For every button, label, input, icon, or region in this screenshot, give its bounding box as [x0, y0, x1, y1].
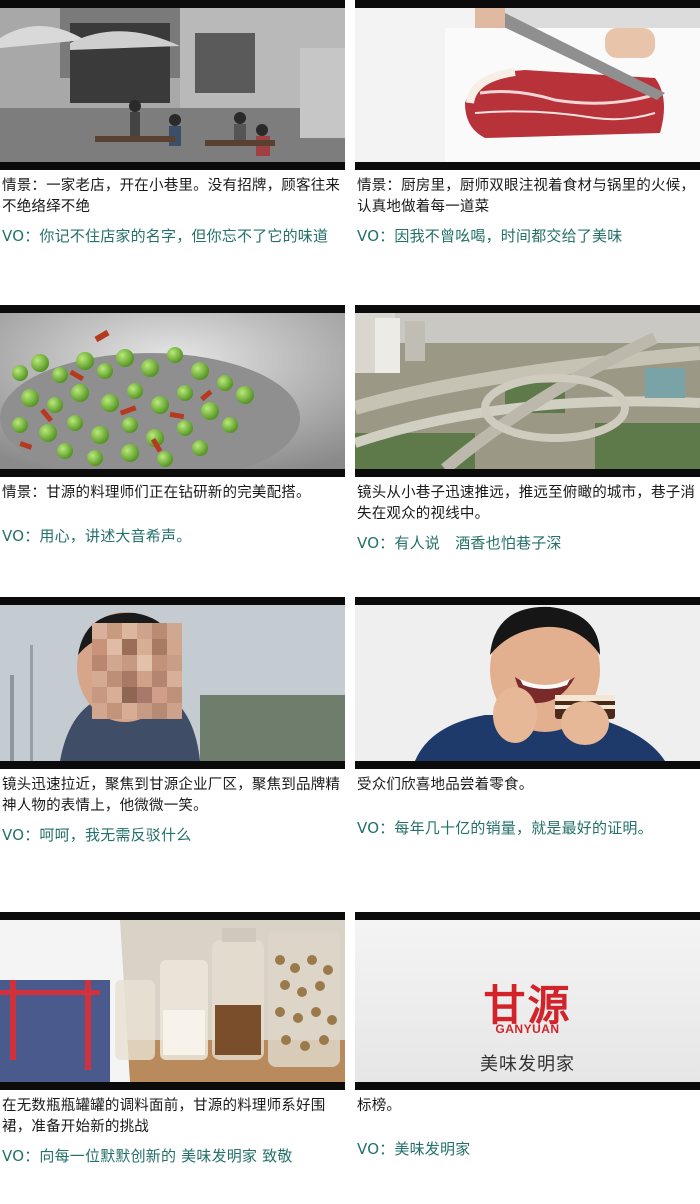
panel-2-image [355, 0, 700, 170]
storyboard-panel-2: 情景：厨房里，厨师双眼注视着食材与锅里的火候，认真地做着每一道菜 VO：因我不曾… [355, 0, 700, 247]
panel-8-description: 标榜。 [357, 1098, 402, 1114]
panel-7-image [0, 912, 345, 1090]
panel-4-image [355, 305, 700, 477]
panel-4-description: 镜头从小巷子迅速推远，推远至俯瞰的城市，巷子消失在观众的视线中。 [357, 485, 696, 522]
panel-5-voiceover: VO：呵呵，我无需反驳什么 [2, 826, 192, 844]
panel-4-voiceover: VO：有人说 酒香也怕巷子深 [357, 534, 562, 552]
panel-6-image [355, 597, 700, 769]
panel-2-description: 情景：厨房里，厨师双眼注视着食材与锅里的火候，认真地做着每一道菜 [357, 178, 696, 215]
old-street-shop-illustration [0, 8, 345, 162]
storyboard-panel-6: 受众们欣喜地品尝着零食。 VO：每年几十亿的销量，就是最好的证明。 [355, 597, 700, 839]
panel-3-image [0, 305, 345, 477]
city-aerial-illustration [355, 313, 700, 469]
chef-with-jars-illustration [0, 920, 345, 1082]
panel-3-description: 情景：甘源的料理师们正在钻研新的完美配搭。 [2, 485, 311, 501]
storyboard-panel-4: 镜头从小巷子迅速推远，推远至俯瞰的城市，巷子消失在观众的视线中。 VO：有人说 … [355, 305, 700, 554]
panel-5-image [0, 597, 345, 769]
panel-7-description: 在无数瓶瓶罐罐的调料面前，甘源的料理师系好围裙，准备开始新的挑战 [2, 1098, 326, 1135]
storyboard-panel-7: 在无数瓶瓶罐罐的调料面前，甘源的料理师系好围裙，准备开始新的挑战 VO：向每一位… [0, 912, 345, 1167]
panel-8-image: 甘源 GANYUAN 美味发明家 [355, 912, 700, 1090]
panel-8-voiceover: VO：美味发明家 [357, 1140, 471, 1158]
panel-6-description: 受众们欣喜地品尝着零食。 [357, 777, 534, 793]
ganyuan-english-name: GANYUAN [495, 1022, 560, 1036]
panel-5-description: 镜头迅速拉近，聚焦到甘源企业厂区，聚焦到品牌精神人物的表情上，他微微一笑。 [2, 777, 341, 814]
panel-6-voiceover: VO：每年几十亿的销量，就是最好的证明。 [357, 819, 653, 837]
panel-1-description: 情景：一家老店，开在小巷里。没有招牌，顾客往来不绝络绎不绝 [2, 178, 341, 215]
panel-2-voiceover: VO：因我不曾吆喝，时间都交给了美味 [357, 227, 623, 245]
peas-in-bowl-illustration [0, 313, 345, 469]
panel-7-voiceover: VO：向每一位默默创新的 美味发明家 致敬 [2, 1147, 293, 1165]
brand-slogan: 美味发明家 [480, 1054, 575, 1075]
storyboard-panel-5: 镜头迅速拉近，聚焦到甘源企业厂区，聚焦到品牌精神人物的表情上，他微微一笑。 VO… [0, 597, 345, 846]
storyboard-panel-3: 情景：甘源的料理师们正在钻研新的完美配搭。 VO：用心，讲述大音希声。 [0, 305, 345, 547]
storyboard-panel-8: 甘源 GANYUAN 美味发明家 标榜。 VO：美味发明家 [355, 912, 700, 1160]
man-eating-snack-illustration [355, 605, 700, 761]
chef-cutting-beef-illustration [355, 8, 700, 162]
panel-1-voiceover: VO：你记不住店家的名字，但你忘不了它的味道 [2, 227, 329, 245]
pixelated-face-mosaic [92, 623, 182, 719]
storyboard-panel-1: 情景：一家老店，开在小巷里。没有招牌，顾客往来不绝络绎不绝 VO：你记不住店家的… [0, 0, 345, 247]
panel-1-image [0, 0, 345, 170]
panel-3-voiceover: VO：用心，讲述大音希声。 [2, 527, 192, 545]
